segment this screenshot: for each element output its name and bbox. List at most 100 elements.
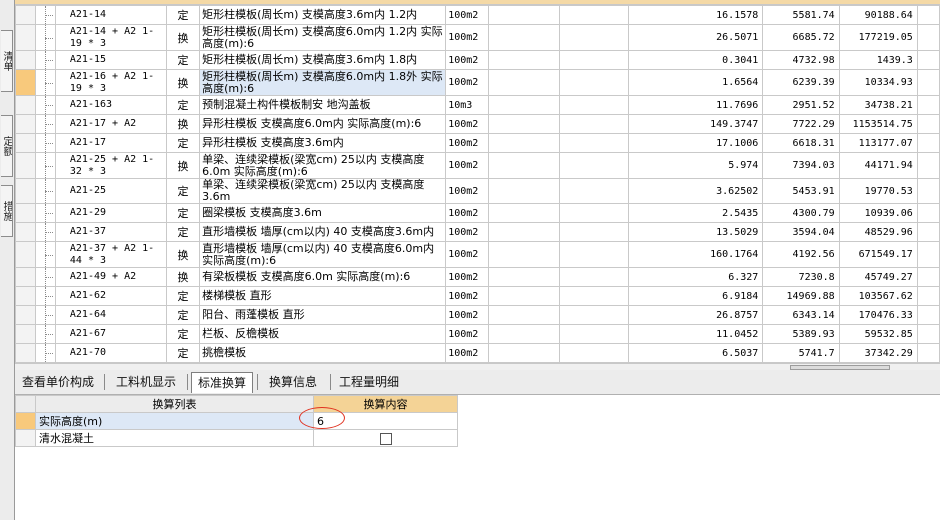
quota-name[interactable]: 矩形柱模板(周长m) 支模高度6.0m内 1.2内 实际高度(m):6 (199, 24, 447, 51)
horizontal-scrollbar[interactable] (15, 363, 940, 370)
quota-row[interactable]: A21-70 定挑檐模板 100m2 6.5037 5741.7 37342.29 (15, 343, 940, 363)
quota-type: 换 (165, 152, 201, 179)
quota-name[interactable]: 直形墙模板 墙厚(cm以内) 40 支模高度3.6m内 (199, 222, 447, 242)
conversion-row-fair-faced-concrete[interactable]: 清水混凝土 (15, 429, 458, 447)
empty-cell (916, 152, 940, 179)
tree-connector (34, 133, 56, 153)
tab-conversion-info[interactable]: 换算信息 (263, 373, 323, 391)
row-indicator (15, 50, 36, 70)
quota-name[interactable]: 矩形柱模板(周长m) 支模高度3.6m内 1.2内 (199, 5, 447, 25)
empty-cell (487, 286, 560, 306)
quota-quantity[interactable]: 160.1764 (627, 241, 764, 268)
quota-row[interactable]: A21-17 定异形柱模板 支模高度3.6m内 100m2 17.1006 6618.3… (15, 133, 940, 153)
header-indicator-cell (15, 395, 36, 413)
fair-faced-concrete-checkbox[interactable] (379, 432, 392, 445)
quota-name[interactable]: 有梁板模板 支模高度6.0m 实际高度(m):6 (199, 267, 447, 287)
tree-horizontal-line (44, 334, 53, 335)
row-indicator (15, 24, 36, 51)
quota-total: 59532.85 (838, 324, 918, 344)
quota-name[interactable]: 预制混凝土构件模板制安 地沟盖板 (199, 95, 447, 115)
quota-quantity[interactable]: 16.1578 (627, 5, 764, 25)
vertical-tab-quota[interactable]: 定额 (1, 115, 13, 177)
quota-quantity[interactable]: 13.5029 (627, 222, 764, 242)
quota-quantity[interactable]: 2.5435 (627, 203, 764, 223)
annotation-circle (299, 407, 345, 429)
tree-horizontal-line (44, 60, 53, 61)
empty-cell (916, 133, 940, 153)
quota-row[interactable]: A21-37 + A2 1-44 * 3 换直形墙模板 墙厚(cm以内) 40 支… (15, 241, 940, 268)
quota-row[interactable]: A21-64 定阳台、雨蓬模板 直形 100m2 26.8757 6343.14 1704… (15, 305, 940, 325)
quota-total: 103567.62 (838, 286, 918, 306)
tab-standard-conversion[interactable]: 标准换算 (191, 372, 253, 393)
quota-row[interactable]: A21-15 定矩形柱模板(周长m) 支模高度3.6m内 1.8内 100m2 0.3… (15, 50, 940, 70)
quota-name[interactable]: 直形墙模板 墙厚(cm以内) 40 支模高度6.0m内 实际高度(m):6 (199, 241, 447, 268)
empty-cell (487, 203, 560, 223)
empty-cell (916, 286, 940, 306)
conversion-row-actual-height[interactable]: 实际高度(m) 6 (15, 412, 458, 430)
quota-name[interactable]: 异形柱模板 支模高度3.6m内 (199, 133, 447, 153)
vertical-tab-list[interactable]: 清单 (1, 30, 13, 92)
quota-unit: 100m2 (445, 114, 489, 134)
quota-quantity[interactable]: 17.1006 (627, 133, 764, 153)
quota-quantity[interactable]: 6.9184 (627, 286, 764, 306)
quota-type: 定 (165, 50, 201, 70)
quota-unit-price: 4300.79 (762, 203, 840, 223)
quota-row[interactable]: A21-37 定直形墙模板 墙厚(cm以内) 40 支模高度3.6m内 100m2 1… (15, 222, 940, 242)
quota-unit: 100m2 (445, 50, 489, 70)
quota-name[interactable]: 矩形柱模板(周长m) 支模高度3.6m内 1.8内 (199, 50, 447, 70)
quota-unit-price: 6343.14 (762, 305, 840, 325)
quota-row[interactable]: A21-25 + A2 1-32 * 3 换单梁、连续梁模板(梁宽cm) 25以内… (15, 152, 940, 179)
quota-type: 定 (165, 222, 201, 242)
quota-total: 45749.27 (838, 267, 918, 287)
row-indicator (15, 152, 36, 179)
tab-unit-price-composition[interactable]: 查看单价构成 (19, 373, 97, 391)
quota-row[interactable]: A21-16 + A2 1-19 * 3 换矩形柱模板(周长m) 支模高度6.0m… (15, 69, 940, 96)
fair-faced-concrete-cell[interactable] (313, 429, 458, 447)
quota-quantity[interactable]: 11.0452 (627, 324, 764, 344)
quota-row[interactable]: A21-25 定单梁、连续梁模板(梁宽cm) 25以内 支模高度3.6m 100m2… (15, 178, 940, 204)
quota-total: 177219.05 (838, 24, 918, 51)
quota-name[interactable]: 矩形柱模板(周长m) 支模高度6.0m内 1.8外 实际高度(m):6 (199, 69, 447, 96)
quota-row[interactable]: A21-67 定栏板、反檐模板 100m2 11.0452 5389.93 59532.8… (15, 324, 940, 344)
quota-row[interactable]: A21-62 定楼梯模板 直形 100m2 6.9184 14969.88 103567.… (15, 286, 940, 306)
quota-name[interactable]: 挑檐模板 (199, 343, 447, 363)
tab-labor-material-machine[interactable]: 工料机显示 (111, 373, 181, 391)
tree-connector (34, 203, 56, 223)
tree-connector (34, 241, 56, 268)
quota-quantity[interactable]: 0.3041 (627, 50, 764, 70)
quota-quantity[interactable]: 5.974 (627, 152, 764, 179)
quota-quantity[interactable]: 149.3747 (627, 114, 764, 134)
quota-row[interactable]: A21-163 定预制混凝土构件模板制安 地沟盖板 10m3 11.7696 2951.… (15, 95, 940, 115)
quota-code: A21-70 (54, 343, 167, 363)
quota-quantity[interactable]: 26.5071 (627, 24, 764, 51)
quota-name[interactable]: 栏板、反檐模板 (199, 324, 447, 344)
vertical-tab-measures[interactable]: 措施 (1, 185, 13, 237)
quota-name[interactable]: 楼梯模板 直形 (199, 286, 447, 306)
quota-total: 34738.21 (838, 95, 918, 115)
quota-quantity[interactable]: 26.8757 (627, 305, 764, 325)
quota-name[interactable]: 异形柱模板 支模高度6.0m内 实际高度(m):6 (199, 114, 447, 134)
quota-row[interactable]: A21-29 定圈梁模板 支模高度3.6m 100m2 2.5435 4300.79 10… (15, 203, 940, 223)
quota-name[interactable]: 阳台、雨蓬模板 直形 (199, 305, 447, 325)
empty-cell (916, 95, 940, 115)
quota-quantity[interactable]: 6.5037 (627, 343, 764, 363)
quota-row[interactable]: A21-17 + A2 换异形柱模板 支模高度6.0m内 实际高度(m):6 100… (15, 114, 940, 134)
quota-quantity[interactable]: 1.6564 (627, 69, 764, 96)
quota-name[interactable]: 圈梁模板 支模高度3.6m (199, 203, 447, 223)
quota-name[interactable]: 单梁、连续梁模板(梁宽cm) 25以内 支模高度3.6m (199, 178, 447, 204)
quota-quantity[interactable]: 6.327 (627, 267, 764, 287)
quota-row[interactable]: A21-14 定矩形柱模板(周长m) 支模高度3.6m内 1.2内 100m2 16.… (15, 5, 940, 25)
quota-code: A21-17 (54, 133, 167, 153)
empty-cell (487, 267, 560, 287)
quota-row[interactable]: A21-49 + A2 换有梁板模板 支模高度6.0m 实际高度(m):6 100m… (15, 267, 940, 287)
quota-name[interactable]: 单梁、连续梁模板(梁宽cm) 25以内 支模高度6.0m 实际高度(m):6 (199, 152, 447, 179)
empty-cell (558, 343, 629, 363)
quota-quantity[interactable]: 3.62502 (627, 178, 764, 204)
row-indicator (15, 324, 36, 344)
quota-total: 48529.96 (838, 222, 918, 242)
quota-quantity[interactable]: 11.7696 (627, 95, 764, 115)
quota-row[interactable]: A21-14 + A2 1-19 * 3 换矩形柱模板(周长m) 支模高度6.0m… (15, 24, 940, 51)
quota-total: 10334.93 (838, 69, 918, 96)
tree-horizontal-line (44, 213, 53, 214)
tab-quantity-detail[interactable]: 工程量明细 (335, 373, 403, 391)
